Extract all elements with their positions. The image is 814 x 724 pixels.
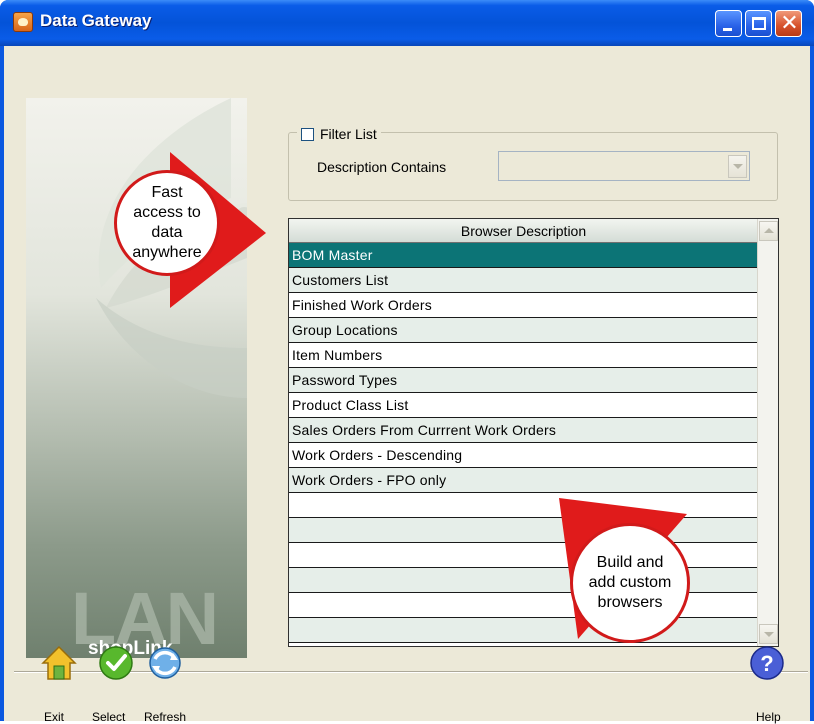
exit-label: Exit [44,710,65,724]
table-row[interactable]: Group Locations [289,318,758,343]
table-row[interactable]: Password Types [289,368,758,393]
maximize-button[interactable] [745,10,772,37]
table-row[interactable]: Finished Work Orders [289,293,758,318]
minimize-icon [723,28,732,31]
select-button[interactable]: Select [92,644,140,724]
help-button[interactable]: ? Help [746,644,790,724]
maximize-icon [752,17,766,30]
table-row[interactable]: Work Orders - FPO only [289,468,758,493]
title-bar[interactable]: Data Gateway ✕ [0,0,814,46]
callout-build-browsers: Build and add custom browsers [570,523,690,643]
data-gateway-window: Data Gateway ✕ 12 LAN shopLink Filter Li… [0,0,814,724]
scroll-down-button[interactable] [759,624,778,644]
callout-left-line: data [151,224,183,241]
callout-right-line: browsers [597,594,663,611]
question-icon: ? [750,646,784,680]
column-header-browser-description[interactable]: Browser Description [289,219,758,243]
select-label: Select [92,710,126,724]
exit-button[interactable]: Exit [40,644,80,724]
chevron-down-icon [733,164,743,169]
close-button[interactable]: ✕ [775,10,802,37]
checkmark-icon [99,646,133,680]
table-row[interactable]: Product Class List [289,393,758,418]
table-row[interactable]: Customers List [289,268,758,293]
refresh-button[interactable]: Refresh [142,644,194,724]
callout-left-line: anywhere [132,244,202,261]
filter-list-checkbox[interactable]: Filter List [297,125,381,143]
refresh-label: Refresh [144,710,187,724]
callout-left-line: Fast [151,184,183,201]
svg-text:?: ? [760,651,773,676]
close-icon: ✕ [780,11,799,36]
combo-dropdown-button[interactable] [728,155,747,178]
arrow-down-icon [764,632,774,637]
minimize-button[interactable] [715,10,742,37]
vertical-scrollbar[interactable] [757,219,778,646]
description-contains-combo[interactable] [498,151,750,181]
browser-grid[interactable]: Browser Description BOM Master Customers … [288,218,779,647]
app-icon[interactable] [13,12,33,32]
table-row[interactable] [289,543,758,568]
filter-list-label: Filter List [320,126,377,142]
table-row[interactable]: BOM Master [289,243,758,268]
house-icon [41,645,77,680]
refresh-icon [149,647,181,679]
callout-fast-access: Fast access to data anywhere [114,170,220,276]
table-row[interactable]: Work Orders - Descending [289,443,758,468]
description-contains-label: Description Contains [317,159,447,175]
table-row[interactable]: Item Numbers [289,343,758,368]
callout-right-line: add custom [588,574,672,591]
window-title: Data Gateway [40,11,152,30]
table-row[interactable]: Sales Orders From Currrent Work Orders [289,418,758,443]
callout-left-line: access to [133,204,201,221]
table-row[interactable] [289,518,758,543]
arrow-up-icon [764,228,774,233]
table-row[interactable] [289,493,758,518]
table-row[interactable] [289,618,758,643]
callout-right-line: Build and [596,554,664,571]
scroll-up-button[interactable] [759,221,778,241]
help-label: Help [756,710,781,724]
window-client: 12 LAN shopLink Filter List Description … [4,46,810,724]
filter-checkbox-box[interactable] [301,127,314,141]
